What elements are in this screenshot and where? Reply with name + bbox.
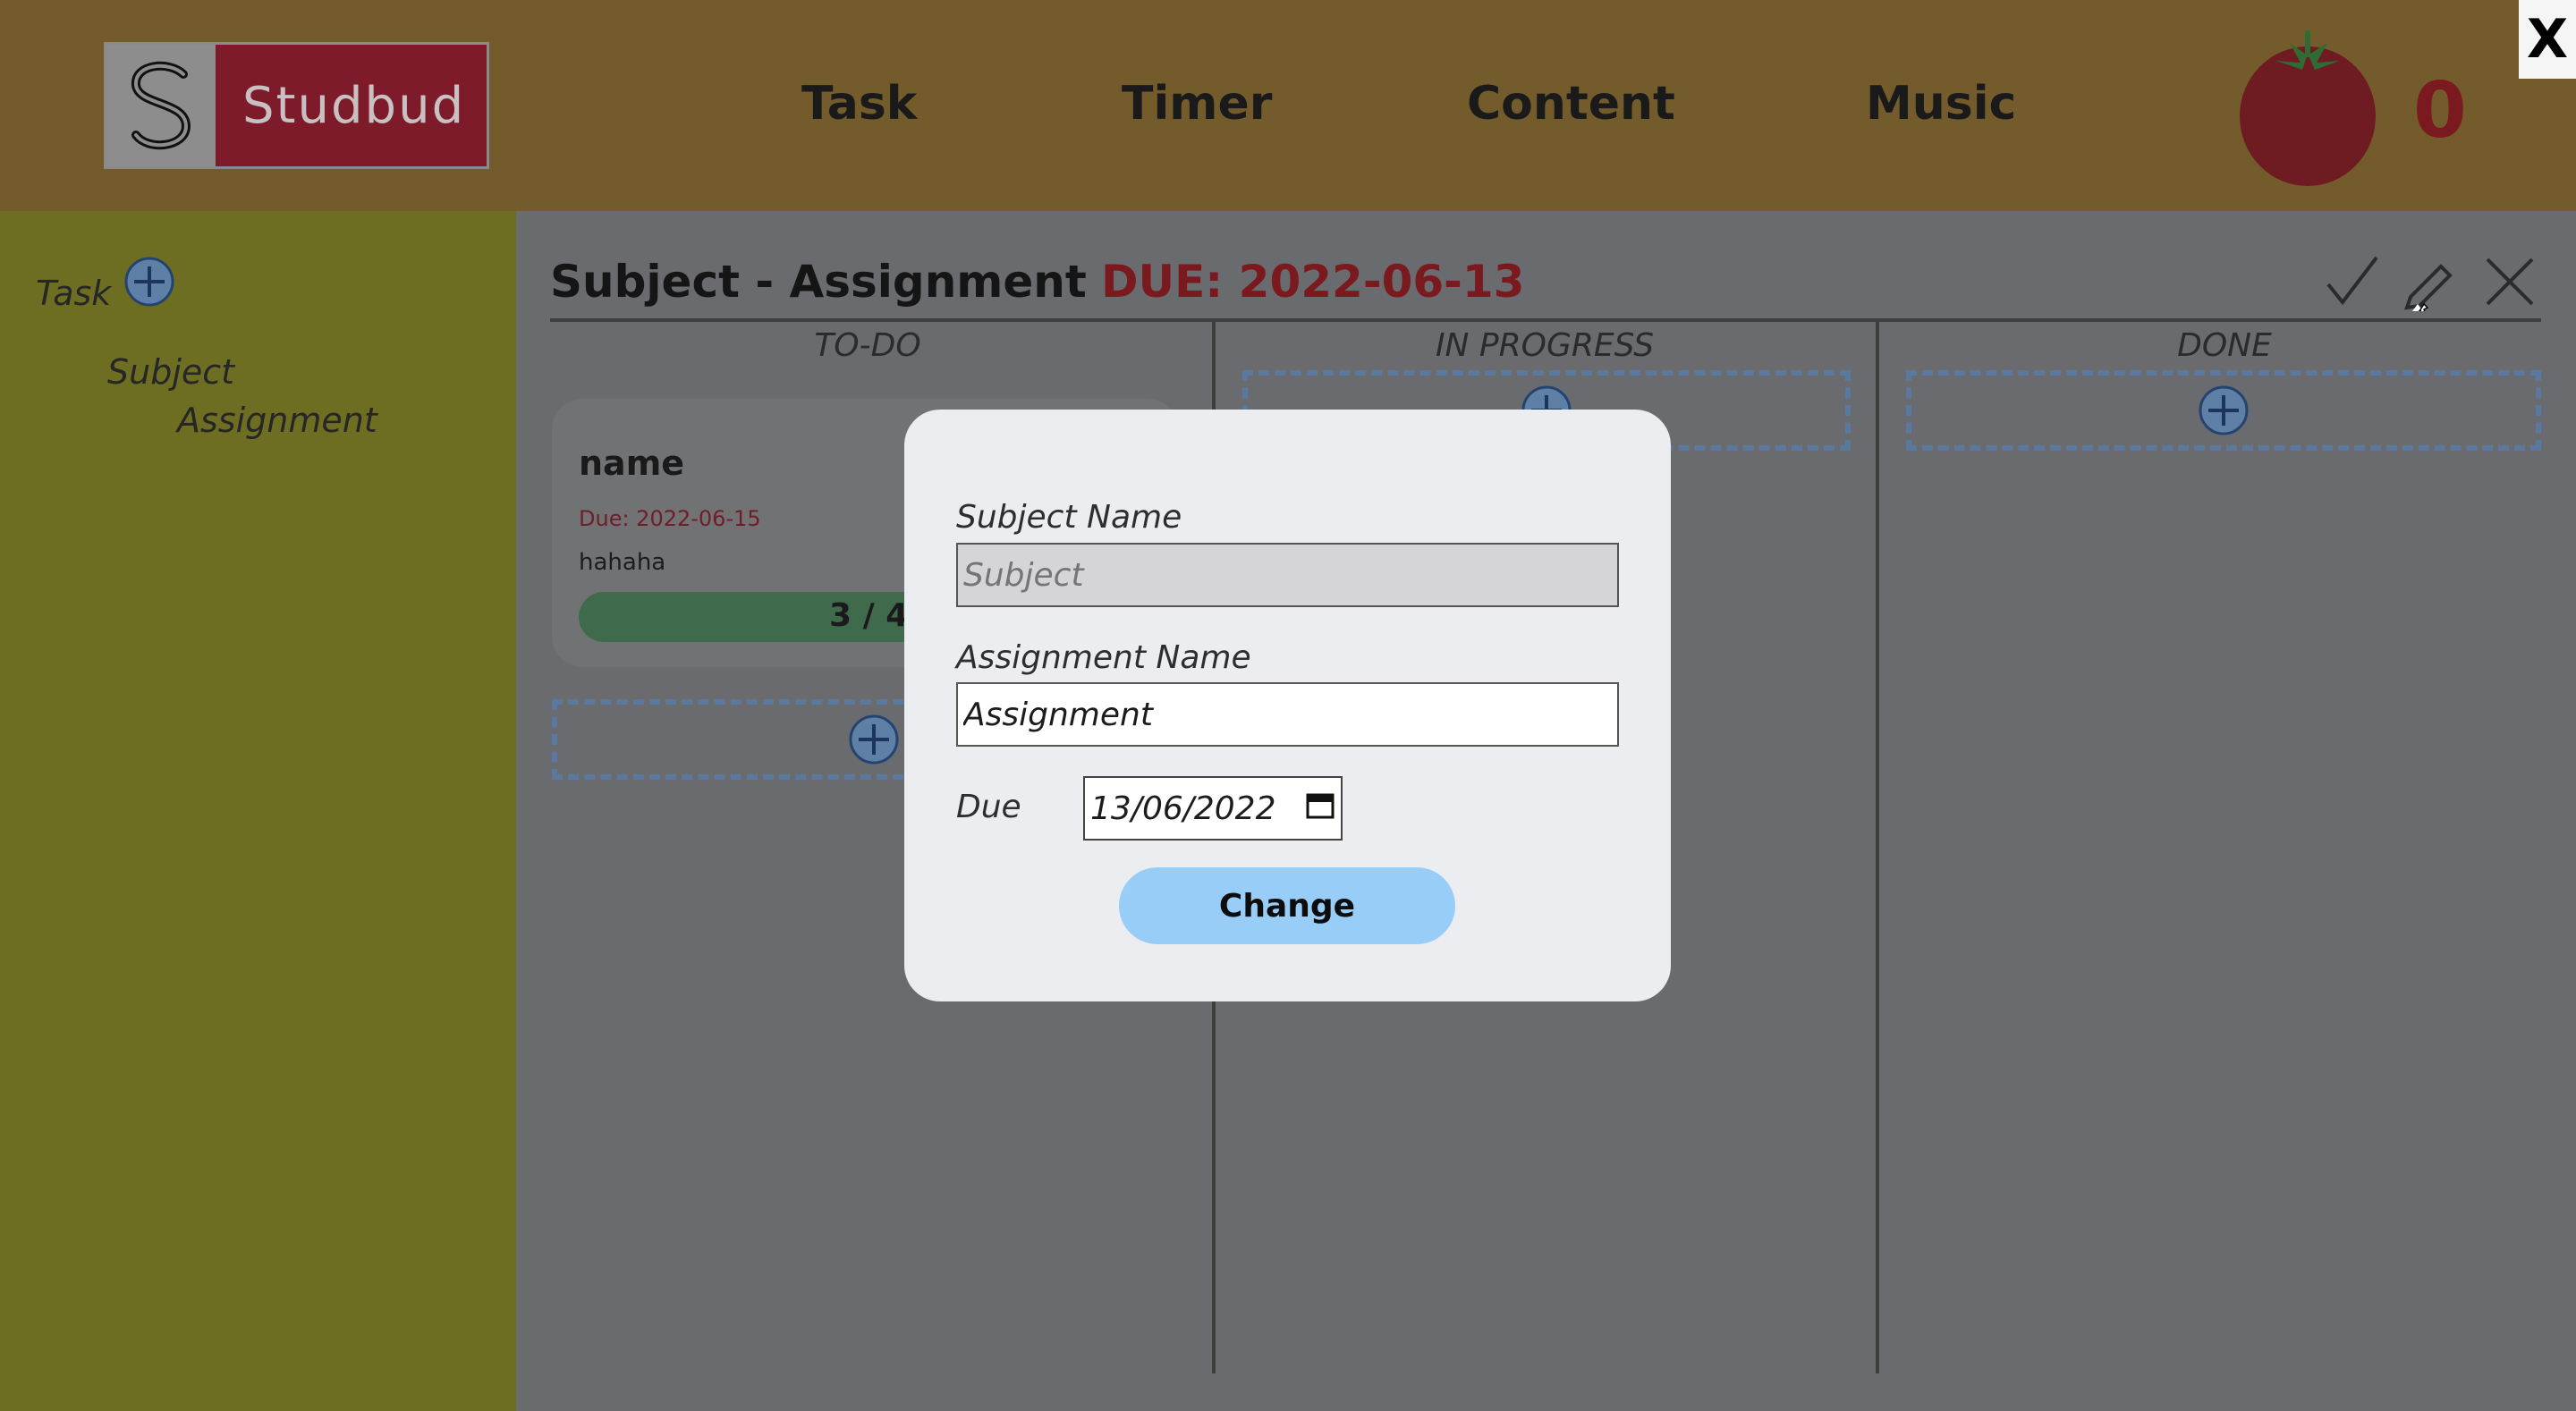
sidebar-item-assignment[interactable]: Assignment — [177, 401, 377, 440]
title-divider — [550, 318, 2541, 322]
task-progress-text: 3 / 4 — [829, 597, 909, 634]
nav-task[interactable]: Task — [801, 77, 917, 131]
due-label: Due — [956, 789, 1021, 825]
logo[interactable]: Studbud — [104, 42, 489, 169]
sidebar: Task Subject Assignment — [0, 211, 516, 1411]
header: Studbud Task Timer Content Music 0 — [0, 0, 2576, 211]
logo-s-icon — [106, 45, 216, 166]
column-header-in-progress: IN PROGRESS — [1435, 327, 1655, 364]
nav-content[interactable]: Content — [1467, 77, 1675, 131]
done-add-dropzone[interactable] — [1906, 370, 2541, 451]
task-card-description: hahaha — [579, 549, 666, 576]
change-button[interactable]: Change — [1119, 867, 1455, 944]
logo-text: Studbud — [216, 45, 487, 166]
nav-music[interactable]: Music — [1866, 77, 2016, 131]
board-title: Subject - Assignment — [550, 256, 1087, 308]
check-icon[interactable] — [2323, 252, 2382, 311]
window-close-button[interactable]: X — [2519, 0, 2576, 79]
app-root: Studbud Task Timer Content Music 0 X Tas… — [0, 0, 2576, 1411]
nav-timer[interactable]: Timer — [1122, 77, 1272, 131]
tomato-icon[interactable] — [2236, 27, 2379, 188]
due-date-value: 13/06/2022 — [1090, 790, 1276, 827]
task-card-name: name — [579, 444, 685, 483]
edit-modal: Subject Name Assignment Name Due 13/06/2… — [904, 410, 1671, 1001]
column-header-done: DONE — [2177, 327, 2272, 364]
sidebar-item-subject[interactable]: Subject — [107, 352, 234, 392]
pomodoro-count: 0 — [2413, 66, 2467, 156]
calendar-icon[interactable] — [1305, 790, 1335, 828]
subject-name-input[interactable] — [956, 543, 1619, 607]
sidebar-task-label: Task — [36, 274, 112, 313]
column-divider — [1876, 322, 1879, 1373]
subject-name-label: Subject Name — [956, 499, 1182, 536]
pencil-icon[interactable] — [2400, 252, 2459, 316]
assignment-name-input[interactable] — [956, 682, 1619, 747]
add-task-icon[interactable] — [123, 256, 175, 308]
task-card-due: Due: 2022-06-15 — [579, 506, 761, 531]
close-icon[interactable] — [2480, 252, 2539, 311]
column-header-todo: TO-DO — [814, 327, 921, 364]
board-due: DUE: 2022-06-13 — [1101, 256, 1525, 308]
plus-circle-icon — [2199, 385, 2249, 435]
plus-circle-icon — [849, 714, 899, 765]
due-date-input[interactable]: 13/06/2022 — [1083, 776, 1343, 841]
assignment-name-label: Assignment Name — [956, 639, 1251, 676]
